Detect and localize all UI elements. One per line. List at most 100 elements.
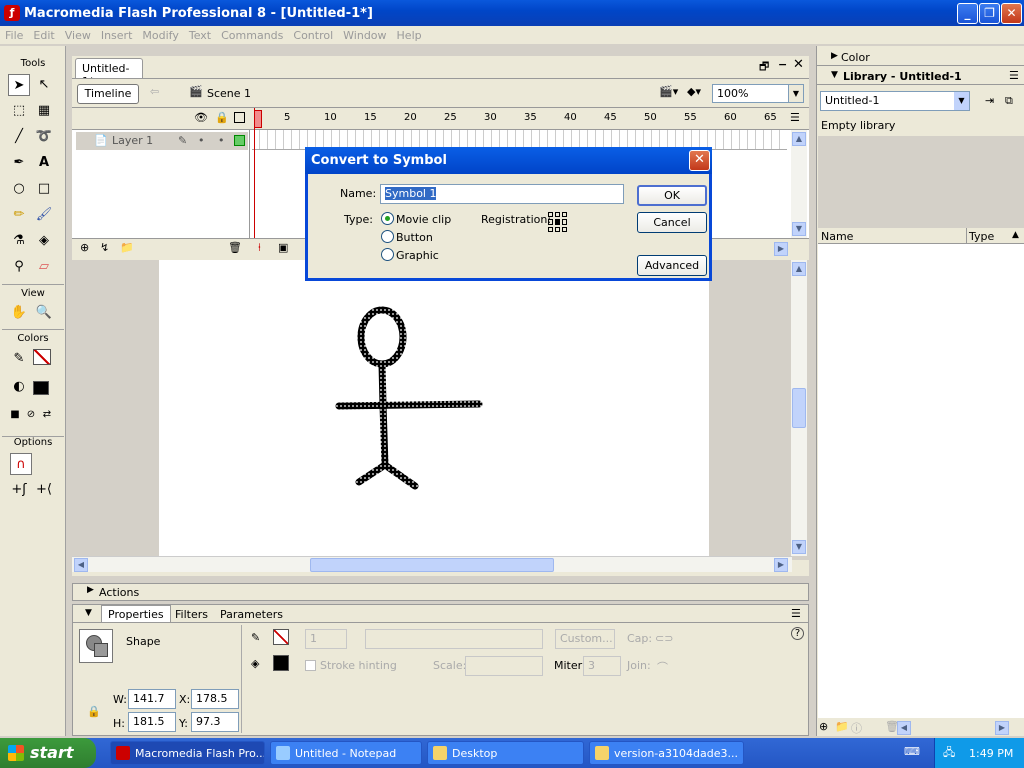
gradient-transform-tool-icon[interactable]: ▦ xyxy=(33,100,55,122)
color-panel-header[interactable]: ▶ Color xyxy=(817,48,1024,66)
zoom-tool-icon[interactable]: 🔍 xyxy=(33,302,55,324)
lock-dot-icon[interactable]: • xyxy=(218,134,225,147)
add-motion-guide-icon[interactable]: ↯ xyxy=(100,241,109,254)
free-transform-tool-icon[interactable]: ⬚ xyxy=(8,100,30,122)
height-field[interactable]: 181.5 xyxy=(128,712,176,732)
cap-icon[interactable]: ⊂⊃ xyxy=(655,632,673,645)
pin-icon[interactable]: ⇥ xyxy=(985,94,994,107)
custom-button[interactable]: Custom... xyxy=(555,629,615,649)
delete-layer-icon[interactable]: 🗑 xyxy=(228,241,242,254)
ok-button[interactable]: OK xyxy=(637,185,707,206)
stroke-color-swatch[interactable] xyxy=(33,349,51,365)
sort-icon[interactable]: ▲ xyxy=(1012,230,1019,240)
actions-panel-header[interactable]: ▶ Actions xyxy=(72,583,809,601)
stick-figure-drawing[interactable] xyxy=(159,260,709,556)
new-library-panel-icon[interactable]: ⧉ xyxy=(1005,94,1013,108)
playhead[interactable] xyxy=(254,108,262,258)
rectangle-tool-icon[interactable]: □ xyxy=(33,178,55,200)
onion-skin-icon[interactable]: ▣ xyxy=(278,241,288,254)
dialog-title-bar[interactable]: Convert to Symbol ✕ xyxy=(305,147,712,174)
menu-file[interactable]: File xyxy=(0,29,28,42)
selection-tool-icon[interactable]: ➤ xyxy=(8,74,30,96)
tab-parameters[interactable]: Parameters xyxy=(220,608,283,621)
advanced-button[interactable]: Advanced xyxy=(637,255,707,276)
width-field[interactable]: 141.7 xyxy=(128,689,176,709)
registration-grid[interactable] xyxy=(548,212,568,232)
menu-window[interactable]: Window xyxy=(338,29,391,42)
eye-icon[interactable]: 👁 xyxy=(194,111,208,124)
properties-icon[interactable]: ⓘ xyxy=(851,720,862,736)
edit-symbols-icon[interactable]: ◆▾ xyxy=(687,85,701,98)
cancel-button[interactable]: Cancel xyxy=(637,212,707,233)
insert-folder-icon[interactable]: 📁 xyxy=(120,241,134,254)
lock-proportions-icon[interactable]: 🔒 xyxy=(87,705,101,718)
collapse-arrow-icon[interactable]: ▼ xyxy=(85,608,92,618)
scroll-down-icon[interactable]: ▼ xyxy=(792,222,806,236)
swap-colors-icon[interactable]: ⇄ xyxy=(36,404,58,426)
taskbar-item-version-folder[interactable]: version-a3104dade3... xyxy=(589,741,744,765)
straighten-icon[interactable]: +⟨ xyxy=(33,479,55,501)
scroll-left-icon[interactable]: ◀ xyxy=(897,721,911,735)
restore-button[interactable]: ❐ xyxy=(979,3,1000,24)
paint-bucket-tool-icon[interactable]: ◈ xyxy=(33,230,55,252)
menu-modify[interactable]: Modify xyxy=(137,29,183,42)
eyedropper-tool-icon[interactable]: ⚲ xyxy=(8,256,30,278)
ink-bottle-tool-icon[interactable]: ⚗ xyxy=(8,230,30,252)
x-field[interactable]: 178.5 xyxy=(191,689,239,709)
close-button[interactable]: ✕ xyxy=(1001,3,1022,24)
line-tool-icon[interactable]: ╱ xyxy=(8,126,30,148)
scroll-right-icon[interactable]: ▶ xyxy=(774,558,788,572)
miter-field[interactable]: 3 xyxy=(583,656,621,676)
text-tool-icon[interactable]: A xyxy=(33,152,55,174)
close-icon[interactable]: ✕ xyxy=(689,150,710,171)
stroke-style-select[interactable] xyxy=(365,629,543,649)
new-folder-icon[interactable]: 📁 xyxy=(835,720,849,733)
pencil-tool-icon[interactable]: ✏ xyxy=(8,204,30,226)
fill-color-swatch[interactable] xyxy=(33,381,49,395)
panel-menu-icon[interactable]: ☰ xyxy=(1009,69,1019,82)
stroke-hinting-checkbox[interactable] xyxy=(305,660,316,671)
menu-control[interactable]: Control xyxy=(288,29,338,42)
timeline-menu-icon[interactable]: ☰ xyxy=(790,111,800,124)
menu-text[interactable]: Text xyxy=(184,29,216,42)
symbol-name-input[interactable]: Symbol 1 xyxy=(380,184,624,204)
layer-row[interactable]: 📄 Layer 1 ✎ • • xyxy=(76,132,248,150)
scroll-right-icon[interactable]: ▶ xyxy=(774,242,788,256)
movie-clip-label[interactable]: Movie clip xyxy=(396,213,451,226)
button-type-label[interactable]: Button xyxy=(396,231,433,244)
help-icon[interactable]: ? xyxy=(791,627,804,640)
tab-properties[interactable]: Properties xyxy=(101,605,171,622)
panel-menu-icon[interactable]: ☰ xyxy=(791,607,801,620)
doc-close-icon[interactable]: ✕ xyxy=(793,57,804,72)
library-select[interactable]: Untitled-1 ▼ xyxy=(820,91,970,111)
scroll-right-icon[interactable]: ▶ xyxy=(995,721,1009,735)
network-icon[interactable]: 🖧 xyxy=(943,744,955,763)
menu-edit[interactable]: Edit xyxy=(28,29,59,42)
fill-color-swatch[interactable] xyxy=(273,655,289,671)
menu-help[interactable]: Help xyxy=(392,29,427,42)
menu-commands[interactable]: Commands xyxy=(216,29,288,42)
doc-restore-icon[interactable]: 🗗 xyxy=(759,58,769,77)
tab-filters[interactable]: Filters xyxy=(175,608,208,621)
scroll-left-icon[interactable]: ◀ xyxy=(74,558,88,572)
outline-icon[interactable] xyxy=(234,112,245,123)
stroke-color-icon[interactable]: ✎ xyxy=(8,348,30,370)
playhead-marker[interactable] xyxy=(254,110,262,128)
snap-to-objects-icon[interactable]: ∩ xyxy=(10,453,32,475)
scale-select[interactable] xyxy=(465,656,543,676)
library-list[interactable]: Name Type ▲ xyxy=(818,228,1024,718)
edit-scene-icon[interactable]: 🎬▾ xyxy=(659,85,678,98)
document-tab[interactable]: Untitled-1* xyxy=(75,58,143,88)
stage-horizontal-scrollbar[interactable]: ◀ ▶ xyxy=(72,556,792,572)
outline-color-icon[interactable] xyxy=(234,135,245,146)
pen-tool-icon[interactable]: ✒ xyxy=(8,152,30,174)
smooth-icon[interactable]: +ʃ xyxy=(8,479,30,501)
taskbar-item-desktop[interactable]: Desktop xyxy=(427,741,584,765)
join-icon[interactable]: ⌒ xyxy=(657,659,668,675)
oval-tool-icon[interactable]: ○ xyxy=(8,178,30,200)
fill-color-icon[interactable]: ◐ xyxy=(8,376,30,398)
insert-layer-icon[interactable]: ⊕ xyxy=(80,241,89,254)
menu-insert[interactable]: Insert xyxy=(96,29,138,42)
scroll-thumb[interactable] xyxy=(310,558,554,572)
stage[interactable] xyxy=(159,260,709,556)
